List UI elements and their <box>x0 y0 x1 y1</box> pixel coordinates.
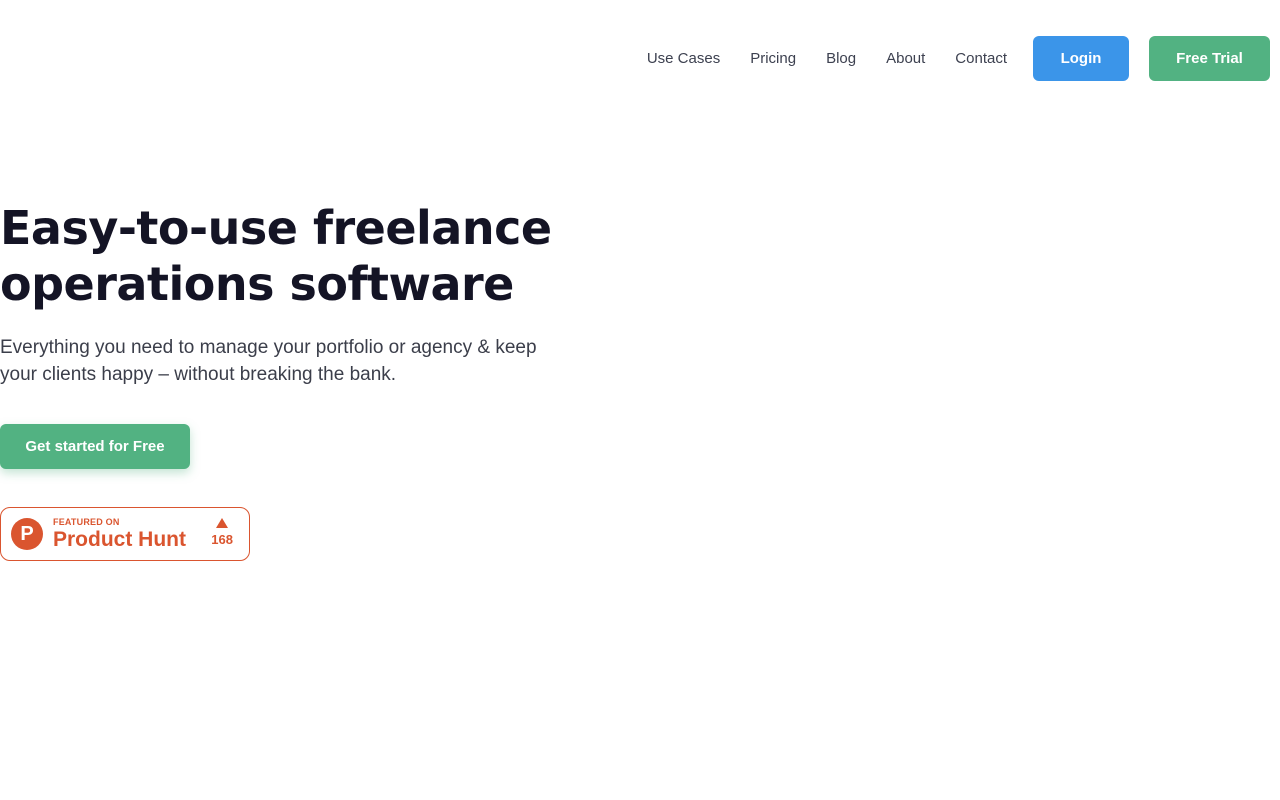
hero-title-line-2: operations software <box>0 257 514 311</box>
product-hunt-name: Product Hunt <box>53 527 186 551</box>
hero-title: Easy-to-use freelance operations softwar… <box>0 200 560 312</box>
product-hunt-votes: 168 <box>211 518 233 547</box>
nav-link-about[interactable]: About <box>886 50 925 67</box>
product-hunt-badge[interactable]: P FEATURED ON Product Hunt 168 <box>0 507 250 561</box>
upvote-triangle-icon <box>216 518 229 528</box>
product-hunt-vote-count: 168 <box>211 532 233 547</box>
product-hunt-icon: P <box>11 518 43 550</box>
product-hunt-text: FEATURED ON Product Hunt <box>53 517 186 552</box>
nav-link-pricing[interactable]: Pricing <box>750 50 796 67</box>
hero-subtitle: Everything you need to manage your portf… <box>0 334 540 388</box>
login-button[interactable]: Login <box>1033 36 1129 81</box>
nav-link-blog[interactable]: Blog <box>826 50 856 67</box>
nav-link-contact[interactable]: Contact <box>955 50 1007 67</box>
landing-page: Use Cases Pricing Blog About Contact Log… <box>0 0 1280 800</box>
get-started-button[interactable]: Get started for Free <box>0 424 190 469</box>
nav-link-use-cases[interactable]: Use Cases <box>647 50 720 67</box>
hero-section: Easy-to-use freelance operations softwar… <box>0 200 560 469</box>
product-hunt-featured-label: FEATURED ON <box>53 516 120 527</box>
free-trial-button[interactable]: Free Trial <box>1149 36 1270 81</box>
hero-subtitle-line-1: Everything you need to manage your portf… <box>0 337 537 358</box>
top-nav: Use Cases Pricing Blog About Contact Log… <box>647 36 1270 81</box>
hero-subtitle-line-2: your clients happy – without breaking th… <box>0 364 397 385</box>
hero-title-line-1: Easy-to-use freelance <box>0 201 552 255</box>
